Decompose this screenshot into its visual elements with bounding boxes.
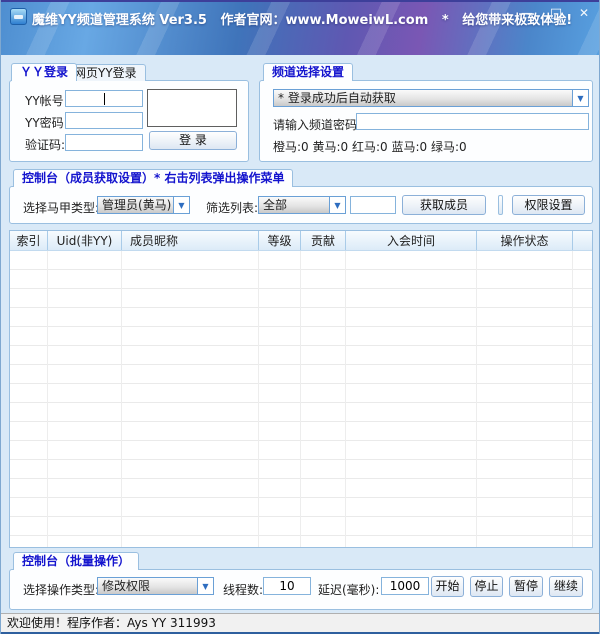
table-column-line (47, 251, 48, 547)
maximize-icon[interactable]: □ (544, 5, 568, 23)
table-column-line (300, 251, 301, 547)
table-row[interactable] (10, 289, 592, 308)
table-row[interactable] (10, 422, 592, 441)
table-row[interactable] (10, 403, 592, 422)
chevron-down-icon[interactable]: ▼ (197, 578, 213, 594)
column-header[interactable]: 入会时间 (346, 231, 477, 250)
channel-select-value: * 登录成功后自动获取 (274, 90, 572, 106)
threads-label: 线程数: (223, 581, 263, 598)
table-row[interactable] (10, 384, 592, 403)
start-button[interactable]: 开始 (431, 576, 464, 597)
column-header[interactable]: 等级 (259, 231, 301, 250)
tab-yy-login[interactable]: ＹＹ登录 (11, 63, 77, 81)
operation-type-label: 选择操作类型: (23, 581, 99, 598)
column-header[interactable]: 索引 (10, 231, 48, 250)
delay-label: 延迟(毫秒): (318, 581, 379, 598)
close-icon[interactable]: ✕ (572, 5, 596, 23)
stop-button[interactable]: 停止 (470, 576, 503, 597)
threads-input[interactable] (263, 577, 311, 595)
yy-account-input[interactable] (65, 90, 143, 107)
table-column-line (258, 251, 259, 547)
table-row[interactable] (10, 498, 592, 517)
filter-list-value: 全部 (259, 197, 329, 213)
table-row[interactable] (10, 517, 592, 536)
channel-password-label: 请输入频道密码: (273, 116, 361, 133)
get-members-button[interactable]: 获取成员 (402, 195, 486, 215)
captcha-label: 验证码: (25, 136, 65, 153)
yy-password-label: YY密码: (25, 114, 68, 131)
column-header[interactable] (573, 231, 592, 250)
table-row[interactable] (10, 479, 592, 498)
pause-button[interactable]: 暂停 (509, 576, 543, 597)
table-row[interactable] (10, 270, 592, 289)
window-title: 魔维YY频道管理系统 Ver3.5 作者官网：www.MoweiwL.com *… (32, 9, 572, 28)
channel-select-dropdown[interactable]: * 登录成功后自动获取 ▼ (273, 89, 589, 107)
table-row[interactable] (10, 460, 592, 479)
login-button[interactable]: 登 录 (149, 131, 237, 150)
delay-input[interactable] (381, 577, 429, 595)
yy-account-label: YY帐号: (25, 92, 68, 109)
table-row[interactable] (10, 365, 592, 384)
tab-member-console[interactable]: 控制台（成员获取设置）* 右击列表弹出操作菜单 (13, 169, 293, 187)
tab-channel-settings[interactable]: 频道选择设置 (263, 63, 353, 81)
operation-type-dropdown[interactable]: 修改权限 ▼ (97, 577, 214, 595)
table-row[interactable] (10, 251, 592, 270)
text-cursor (104, 93, 105, 105)
app-icon (10, 8, 27, 25)
column-header[interactable]: 贡献 (301, 231, 346, 250)
operation-type-value: 修改权限 (98, 578, 197, 594)
permissions-button[interactable]: 权限设置 (512, 195, 585, 215)
batch-panel: 控制台（批量操作） 选择操作类型: 修改权限 ▼ 线程数: 延迟(毫秒): 开始… (9, 552, 593, 610)
captcha-image-box[interactable] (147, 89, 237, 127)
column-header[interactable]: Uid(非YY) (48, 231, 122, 250)
login-panel: ＹＹ登录 网页YY登录 YY帐号: YY密码: 验证码: 登 录 (9, 63, 249, 162)
resume-button[interactable]: 继续 (549, 576, 583, 597)
status-text: 欢迎使用！程序作者：Ays YY 311993 (7, 616, 216, 630)
table-row[interactable] (10, 308, 592, 327)
chevron-down-icon[interactable]: ▼ (329, 197, 345, 213)
status-bar: 欢迎使用！程序作者：Ays YY 311993 (1, 613, 599, 632)
member-table[interactable]: 索引Uid(非YY)成员昵称等级贡献入会时间操作状态 (9, 230, 593, 548)
vest-type-value: 管理员(黄马) (98, 197, 173, 213)
captcha-input[interactable] (65, 134, 143, 151)
table-row[interactable] (10, 346, 592, 365)
toolbar-separator (498, 195, 503, 215)
filter-search-input[interactable] (350, 196, 396, 214)
channel-panel: 频道选择设置 * 登录成功后自动获取 ▼ 请输入频道密码: 橙马:0 黄马:0 … (259, 63, 593, 162)
table-row[interactable] (10, 441, 592, 460)
app-window: 魔维YY频道管理系统 Ver3.5 作者官网：www.MoweiwL.com *… (0, 0, 600, 634)
chevron-down-icon[interactable]: ▼ (173, 197, 189, 213)
chevron-down-icon[interactable]: ▼ (572, 90, 588, 106)
table-column-line (345, 251, 346, 547)
filter-list-dropdown[interactable]: 全部 ▼ (258, 196, 346, 214)
channel-password-input[interactable] (356, 113, 589, 130)
tab-web-yy-login[interactable]: 网页YY登录 (65, 64, 146, 81)
yy-password-input[interactable] (65, 112, 143, 129)
table-column-line (121, 251, 122, 547)
vest-type-dropdown[interactable]: 管理员(黄马) ▼ (97, 196, 190, 214)
minimize-icon[interactable]: — (515, 5, 539, 23)
table-row[interactable] (10, 536, 592, 547)
column-header[interactable]: 成员昵称 (122, 231, 259, 250)
table-column-line (476, 251, 477, 547)
member-console-panel: 控制台（成员获取设置）* 右击列表弹出操作菜单 选择马甲类型: 管理员(黄马) … (9, 169, 593, 224)
vest-type-label: 选择马甲类型: (23, 199, 99, 216)
table-column-line (572, 251, 573, 547)
table-body[interactable] (10, 251, 592, 547)
horse-stats-text: 橙马:0 黄马:0 红马:0 蓝马:0 绿马:0 (273, 138, 467, 155)
table-row[interactable] (10, 327, 592, 346)
tab-batch-operations[interactable]: 控制台（批量操作） (13, 552, 139, 570)
table-header: 索引Uid(非YY)成员昵称等级贡献入会时间操作状态 (10, 231, 592, 251)
column-header[interactable]: 操作状态 (477, 231, 573, 250)
filter-list-label: 筛选列表: (206, 199, 258, 216)
title-bar: 魔维YY频道管理系统 Ver3.5 作者官网：www.MoweiwL.com *… (1, 0, 599, 55)
